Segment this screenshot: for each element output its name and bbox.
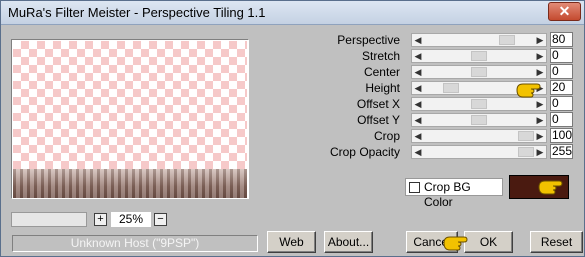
param-slider[interactable]: ◀▶: [411, 113, 547, 127]
slider-thumb[interactable]: [518, 147, 534, 157]
param-label: Crop: [373, 129, 400, 143]
preview-checker-area: [13, 41, 247, 169]
param-value-input[interactable]: 255: [550, 144, 573, 159]
reset-button[interactable]: Reset: [530, 231, 583, 253]
arrow-right-icon[interactable]: ▶: [535, 146, 545, 158]
param-value-input[interactable]: 100: [550, 128, 573, 143]
arrow-left-icon[interactable]: ◀: [413, 114, 423, 126]
crop-bg-color-checkbox[interactable]: Crop BG Color: [405, 178, 503, 209]
slider-thumb[interactable]: [471, 67, 487, 77]
param-label: Perspective: [337, 33, 400, 47]
param-value-input[interactable]: 0: [550, 64, 573, 79]
arrow-left-icon[interactable]: ◀: [413, 82, 423, 94]
filter-window: MuRa's Filter Meister - Perspective Tili…: [0, 0, 585, 257]
param-value-input[interactable]: 0: [550, 112, 573, 127]
zoom-in-button[interactable]: +: [94, 213, 107, 226]
slider-thumb[interactable]: [499, 35, 515, 45]
slider-thumb[interactable]: [471, 51, 487, 61]
param-label: Height: [365, 81, 400, 95]
param-value-input[interactable]: 0: [550, 48, 573, 63]
param-slider[interactable]: ◀▶: [411, 97, 547, 111]
param-slider[interactable]: ◀▶: [411, 65, 547, 79]
param-slider[interactable]: ◀▶: [411, 49, 547, 63]
arrow-left-icon[interactable]: ◀: [413, 146, 423, 158]
arrow-right-icon[interactable]: ▶: [535, 98, 545, 110]
arrow-right-icon[interactable]: ▶: [535, 50, 545, 62]
preview-pane[interactable]: [11, 39, 249, 199]
param-value-input[interactable]: 20: [550, 80, 573, 95]
about-button[interactable]: About...: [324, 231, 373, 253]
param-value-input[interactable]: 80: [550, 32, 573, 47]
arrow-right-icon[interactable]: ▶: [535, 114, 545, 126]
arrow-left-icon[interactable]: ◀: [413, 34, 423, 46]
close-button[interactable]: ✕: [548, 2, 581, 21]
param-label: Offset X: [356, 97, 400, 111]
param-label: Center: [363, 65, 400, 79]
arrow-left-icon[interactable]: ◀: [413, 66, 423, 78]
arrow-right-icon[interactable]: ▶: [535, 34, 545, 46]
arrow-right-icon[interactable]: ▶: [535, 66, 545, 78]
zoom-scroll-track[interactable]: [11, 212, 87, 227]
param-slider[interactable]: ◀▶: [411, 145, 547, 159]
slider-thumb[interactable]: [471, 99, 487, 109]
checkbox-box[interactable]: [409, 182, 420, 193]
zoom-out-button[interactable]: −: [154, 213, 167, 226]
arrow-right-icon[interactable]: ▶: [535, 130, 545, 142]
close-icon: ✕: [558, 3, 571, 19]
crop-bg-color-label: Crop BG Color: [424, 180, 471, 209]
param-label: Crop Opacity: [329, 145, 400, 159]
arrow-left-icon[interactable]: ◀: [413, 50, 423, 62]
pointing-hand-icon: [516, 83, 541, 98]
slider-thumb[interactable]: [518, 131, 534, 141]
web-button[interactable]: Web: [267, 231, 316, 253]
title-bar: MuRa's Filter Meister - Perspective Tili…: [1, 1, 584, 25]
window-title: MuRa's Filter Meister - Perspective Tili…: [8, 5, 266, 20]
preview-perspective-floor: [13, 169, 247, 198]
pointing-hand-icon: [538, 180, 563, 195]
zoom-level: 25%: [111, 212, 151, 227]
arrow-left-icon[interactable]: ◀: [413, 98, 423, 110]
arrow-left-icon[interactable]: ◀: [413, 130, 423, 142]
host-info: Unknown Host ("9PSP"): [12, 235, 258, 252]
param-value-input[interactable]: 0: [550, 96, 573, 111]
slider-thumb[interactable]: [443, 83, 459, 93]
param-label: Stretch: [361, 49, 400, 63]
param-slider[interactable]: ◀▶: [411, 129, 547, 143]
pointing-hand-icon: [443, 236, 468, 251]
param-label: Offset Y: [357, 113, 400, 127]
slider-thumb[interactable]: [471, 115, 487, 125]
param-slider[interactable]: ◀▶: [411, 33, 547, 47]
